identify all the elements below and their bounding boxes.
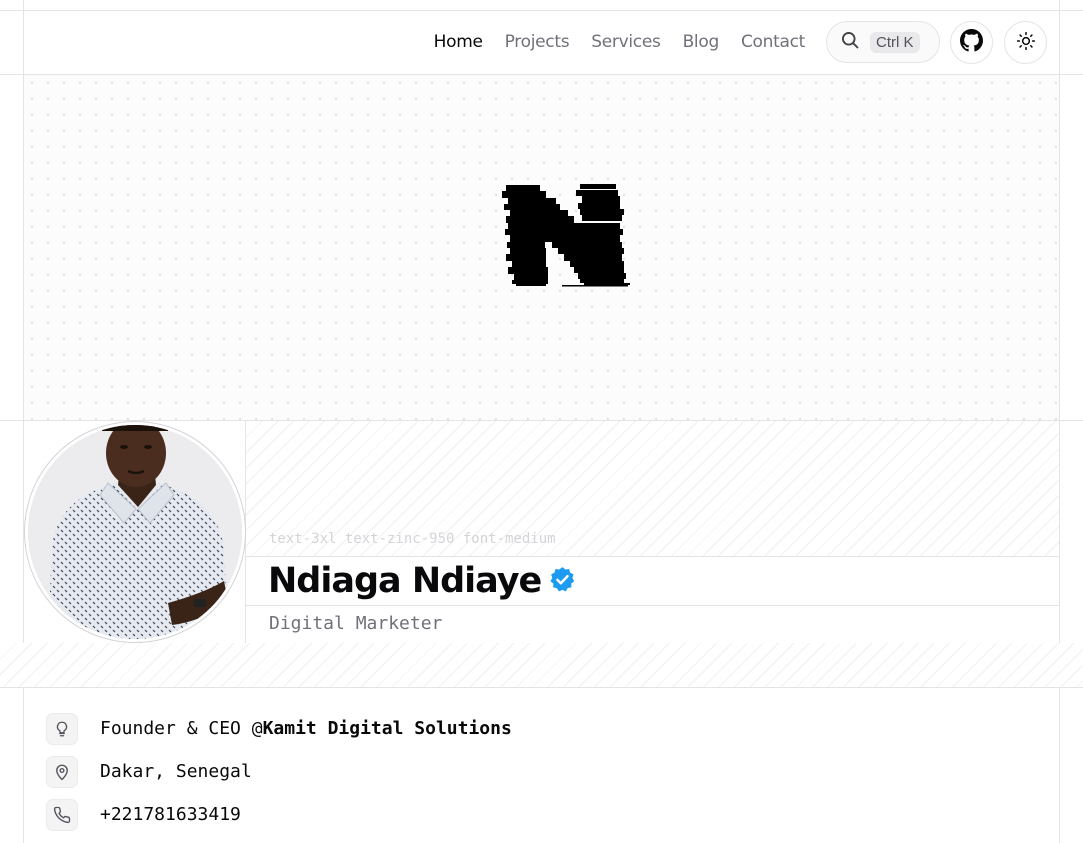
avatar-photo — [28, 425, 242, 639]
search-shortcut: Ctrl K — [870, 31, 920, 53]
info-job-prefix: Founder & CEO @ — [100, 718, 263, 739]
info-item-location: Dakar, Senegal — [46, 750, 512, 793]
nav-contact[interactable]: Contact — [741, 32, 805, 52]
map-pin-icon — [46, 755, 78, 788]
info-item-job: Founder & CEO @Kamit Digital Solutions — [46, 707, 512, 750]
profile-name-row: Ndiaga Ndiaye — [246, 557, 1059, 605]
lightbulb-icon — [46, 712, 78, 745]
nav-services[interactable]: Services — [591, 32, 661, 52]
info-item-phone: +221781633419 — [46, 793, 512, 836]
main-nav: Home Projects Services Blog Contact — [434, 10, 806, 74]
nav-home[interactable]: Home — [434, 32, 483, 52]
info-phone-text[interactable]: +221781633419 — [100, 804, 241, 825]
verified-badge-icon — [549, 566, 576, 597]
github-button[interactable] — [950, 21, 993, 64]
site-header: Home Projects Services Blog Contact Ctrl… — [23, 10, 1060, 74]
info-location-text: Dakar, Senegal — [100, 761, 252, 782]
theme-toggle-button[interactable] — [1004, 21, 1047, 64]
frame-line-right — [1059, 0, 1060, 843]
nav-projects[interactable]: Projects — [505, 32, 570, 52]
profile-info-list: Founder & CEO @Kamit Digital Solutions D… — [46, 707, 512, 836]
info-divider — [0, 687, 1083, 688]
sun-icon — [1016, 31, 1036, 55]
nav-blog[interactable]: Blog — [683, 32, 720, 52]
search-icon — [840, 30, 860, 54]
profile-name: Ndiaga Ndiaye — [268, 561, 542, 601]
company-link[interactable]: Kamit Digital Solutions — [263, 718, 512, 739]
github-icon — [960, 29, 983, 56]
info-job-text: Founder & CEO @Kamit Digital Solutions — [100, 718, 512, 739]
search-button[interactable]: Ctrl K — [826, 21, 940, 63]
hatch-strip — [0, 643, 1083, 688]
avatar — [24, 421, 246, 643]
phone-icon — [46, 798, 78, 831]
name-bottom-line — [246, 605, 1059, 606]
hero-banner — [24, 75, 1059, 420]
brand-logo — [502, 183, 632, 297]
profile-role: Digital Marketer — [269, 613, 443, 634]
class-hint: text-3xl text-zinc-950 font-medium — [269, 531, 556, 547]
